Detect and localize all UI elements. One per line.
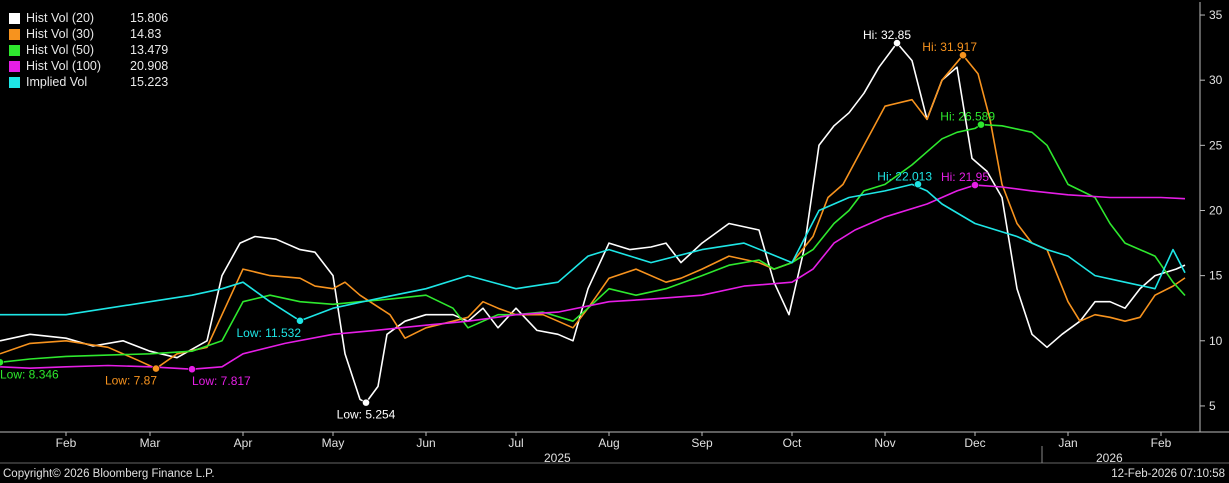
chart-legend: Hist Vol (20) 15.806 Hist Vol (30) 14.83 His… (9, 10, 168, 90)
legend-swatch (9, 44, 20, 56)
x-tick-label: Apr (234, 436, 253, 450)
legend-swatch (9, 60, 20, 72)
y-tick-label: 35 (1209, 8, 1223, 22)
legend-series-name: Hist Vol (50) (26, 43, 95, 57)
legend-entry: Hist Vol (30) 14.83 (9, 26, 168, 42)
y-tick-label: 25 (1209, 138, 1223, 152)
annotation-marker (362, 398, 370, 407)
legend-series-value: 15.806 (130, 11, 169, 25)
legend-series-name: Hist Vol (20) (26, 11, 95, 25)
legend-swatch (9, 12, 20, 24)
legend-entry: Hist Vol (50) 13.479 (9, 42, 168, 58)
y-tick-label: 30 (1209, 73, 1223, 87)
legend-series-value: 20.908 (130, 59, 169, 73)
legend-series-name: Hist Vol (30) (26, 27, 95, 41)
annotation-label: Hi: 31.917 (922, 40, 977, 54)
annotation-label: Hi: 32.85 (863, 28, 911, 42)
legend-series-name: Implied Vol (26, 75, 88, 89)
annotation-marker (188, 365, 196, 374)
legend-series-name: Hist Vol (100) (26, 59, 102, 73)
annotation-label: Low: 11.532 (237, 326, 302, 340)
annotation-label: Hi: 22.013 (877, 169, 932, 183)
chart-axes: 5101520253035Feb Mar Apr May Jun Jul Aug Sep Oct… (0, 2, 1229, 464)
annotation-label: Low: 8.346 (0, 367, 59, 381)
x-tick-label: Oct (783, 436, 802, 450)
volatility-chart: 5101520253035Feb Mar Apr May Jun Jul Aug Sep Oct… (0, 2, 1229, 464)
legend-swatch (9, 76, 20, 88)
x-tick-label: May (322, 436, 345, 450)
annotation-label: Hi: 26.589 (940, 110, 995, 124)
series-line-0 (0, 42, 1186, 404)
x-tick-label: Feb (56, 436, 77, 450)
legend-entry: Implied Vol 15.223 (9, 74, 168, 90)
legend-series-value: 13.479 (130, 43, 169, 57)
x-tick-label: Sep (691, 436, 713, 450)
x-tick-label: Dec (964, 436, 985, 450)
year-label-2025: 2025 (544, 451, 571, 465)
x-tick-label: Feb (1151, 436, 1172, 450)
x-tick-label: Mar (140, 436, 161, 450)
annotation-label: Low: 7.817 (192, 374, 251, 388)
x-tick-label: Jun (416, 436, 435, 450)
legend-series-value: 14.83 (130, 27, 162, 41)
y-tick-label: 10 (1209, 334, 1223, 348)
annotation-label: Hi: 21.95 (941, 170, 989, 184)
legend-entry: Hist Vol (20) 15.806 (9, 10, 168, 26)
annotation-marker (296, 316, 304, 325)
year-label-2026: 2026 (1096, 451, 1123, 465)
chart-series-lines (0, 42, 1186, 404)
x-tick-label: Aug (598, 436, 619, 450)
x-tick-label: Nov (874, 436, 895, 450)
annotation-label: Low: 7.87 (105, 374, 157, 388)
legend-swatch (9, 28, 20, 40)
y-tick-label: 15 (1209, 269, 1223, 283)
legend-series-value: 15.223 (130, 75, 169, 89)
series-line-4 (0, 183, 1186, 322)
x-tick-label: Jul (508, 436, 523, 450)
x-tick-label: Jan (1058, 436, 1077, 450)
series-line-1 (0, 54, 1186, 370)
timestamp-text: 12-Feb-2026 07:10:58 (1111, 468, 1225, 480)
annotation-marker (152, 364, 160, 373)
y-tick-label: 20 (1209, 203, 1223, 217)
y-tick-label: 5 (1209, 399, 1216, 413)
series-line-2 (0, 123, 1186, 364)
annotation-label: Low: 5.254 (337, 408, 396, 422)
copyright-text: Copyright© 2026 Bloomberg Finance L.P. (3, 468, 215, 480)
annotation-marker (0, 358, 4, 367)
legend-entry: Hist Vol (100) 20.908 (9, 58, 168, 74)
